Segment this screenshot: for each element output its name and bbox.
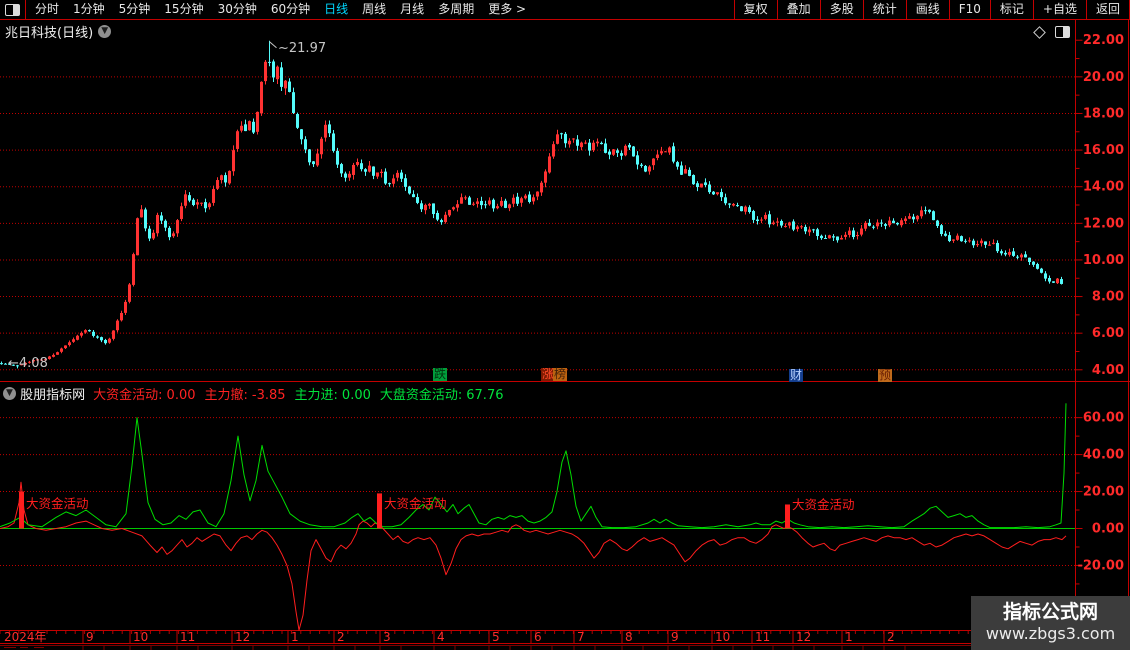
indicator-axis-label: -20.00 <box>1077 558 1124 573</box>
indicator-chevron-down-icon[interactable]: ▼ <box>3 387 16 400</box>
price-axis-label: 18.00 <box>1083 106 1124 121</box>
period-item-日线[interactable]: 日线 <box>317 0 355 19</box>
indicator-axis-label: 0.00 <box>1092 522 1124 537</box>
indicator-axis-label: 20.00 <box>1083 485 1124 500</box>
chevron-down-icon[interactable]: ▼ <box>98 25 112 38</box>
price-axis-label: 20.00 <box>1083 70 1124 85</box>
indicator-stat-0: 大资金活动: 0.00 <box>93 388 196 403</box>
price-axis-label: 14.00 <box>1083 180 1124 195</box>
ad-chip[interactable]: 榜 <box>553 368 568 381</box>
period-item-1分钟[interactable]: 1分钟 <box>66 0 112 19</box>
period-item-月线[interactable]: 月线 <box>393 0 431 19</box>
indicator-green-line <box>0 403 1067 529</box>
month-label: 7 <box>577 630 585 644</box>
signal-bar <box>377 493 382 529</box>
action-item-复权[interactable]: 复权 <box>733 0 777 19</box>
indicator-stat-1: 主力撤: -3.85 <box>204 388 286 403</box>
high-annotation: ~21.97 <box>278 41 326 56</box>
window-panel-icon[interactable] <box>5 3 20 16</box>
action-item-返回[interactable]: 返回 <box>1085 0 1129 19</box>
price-axis-label: 10.00 <box>1083 253 1124 268</box>
price-annotations: ~21.97 ←4.08 <box>8 41 326 371</box>
ad-chip[interactable]: 跌 <box>433 368 448 381</box>
watermark-title: 指标公式网 <box>1002 601 1098 623</box>
action-item-叠加[interactable]: 叠加 <box>776 0 820 19</box>
chart-title: 兆日科技(日线) <box>5 26 94 41</box>
month-label: 2024年 <box>4 630 47 644</box>
period-item-多周期[interactable]: 多周期 <box>431 0 481 19</box>
price-axis-label: 16.00 <box>1083 143 1124 158</box>
chart-corner-icons <box>1033 25 1070 39</box>
top-toolbar: 分时 1分钟 5分钟 15分钟 30分钟 60分钟 日线 周线 月线 多周期 更多 > 复权 叠加 多股… <box>0 0 1130 20</box>
split-panel-icon[interactable] <box>1055 26 1070 38</box>
signal-bar <box>785 504 790 529</box>
period-item-更多 >[interactable]: 更多 > <box>481 0 533 19</box>
signal-label: 大资金活动 <box>792 497 855 512</box>
price-axis: 22.00 20.00 18.00 16.00 14.00 12.00 10.00 8.00 6… <box>1075 33 1124 378</box>
month-label: 2 <box>887 630 895 644</box>
indicator-gridlines <box>0 417 1075 566</box>
low-annotation: ←4.08 <box>8 356 48 371</box>
frame-lines <box>0 20 1130 650</box>
action-item-统计[interactable]: 统计 <box>862 0 906 19</box>
chart-titlebar: 兆日科技(日线) ▼ <box>5 22 112 41</box>
period-item-30分钟[interactable]: 30分钟 <box>211 0 264 19</box>
month-label: 1 <box>845 630 853 644</box>
month-label: 5 <box>492 630 500 644</box>
period-item-分时[interactable]: 分时 <box>28 0 66 19</box>
month-label: 9 <box>86 630 94 644</box>
ad-chip[interactable]: 预 <box>878 369 893 382</box>
month-label: 2 <box>337 630 345 644</box>
diamond-icon[interactable] <box>1033 25 1046 39</box>
indicator-stat-3: 大盘资金活动: 67.76 <box>379 388 504 403</box>
month-label: 10 <box>133 630 148 644</box>
period-item-周线[interactable]: 周线 <box>355 0 393 19</box>
period-menu: 分时 1分钟 5分钟 15分钟 30分钟 60分钟 日线 周线 月线 多周期 更多 > <box>28 0 533 19</box>
month-label: 6 <box>534 630 542 644</box>
period-item-60分钟[interactable]: 60分钟 <box>264 0 317 19</box>
price-axis-label: 8.00 <box>1092 290 1124 305</box>
period-item-15分钟[interactable]: 15分钟 <box>157 0 210 19</box>
watermark-url: www.zbgs3.com <box>985 624 1116 643</box>
signal-label: 大资金活动 <box>26 496 89 511</box>
toolbar-divider <box>25 0 26 19</box>
action-item-F10[interactable]: F10 <box>948 0 990 19</box>
action-item-多股[interactable]: 多股 <box>819 0 863 19</box>
month-label: 4 <box>437 630 445 644</box>
site-watermark: 指标公式网 www.zbgs3.com <box>971 596 1130 650</box>
indicator-stat-2: 主力进: 0.00 <box>294 388 371 403</box>
price-axis-label: 6.00 <box>1092 326 1124 341</box>
chart-canvas: 22.0020.0018.0016.0014.0012.0010.008.006… <box>0 20 1130 650</box>
month-label: 8 <box>625 630 633 644</box>
action-item-标记[interactable]: 标记 <box>989 0 1033 19</box>
month-label: 12 <box>796 630 811 644</box>
month-label: 11 <box>755 630 770 644</box>
signal-bar <box>19 491 24 529</box>
action-item-画线[interactable]: 画线 <box>905 0 949 19</box>
indicator-axis-label: 60.00 <box>1083 411 1124 426</box>
app-window: 22.00 20.00 18.00 16.00 14.00 12.00 10.00 8.00 6… <box>0 0 1130 650</box>
ad-chip[interactable]: 财 <box>789 369 804 382</box>
indicator-axis: 60.00 40.00 20.00 0.00 -20.00 <box>1075 411 1124 622</box>
month-label: 12 <box>235 630 250 644</box>
action-menu: 复权 叠加 多股 统计 画线 F10 标记 +自选 返回 <box>733 0 1130 19</box>
price-axis-label: 22.00 <box>1083 33 1124 48</box>
action-item-+自选[interactable]: +自选 <box>1032 0 1086 19</box>
signal-label: 大资金活动 <box>384 496 447 511</box>
price-axis-label: 12.00 <box>1083 216 1124 231</box>
indicator-source-label: 股朋指标网 <box>20 388 86 403</box>
candles <box>0 40 1063 369</box>
time-axis: 2024年 9 10 11 12 1 2 3 4 5 6 7 8 9 10 11 12 1 2 <box>0 630 1129 650</box>
month-label: 1 <box>291 630 299 644</box>
period-item-5分钟[interactable]: 5分钟 <box>112 0 158 19</box>
month-label: 10 <box>715 630 730 644</box>
month-label: 11 <box>180 630 195 644</box>
indicator-axis-label: 40.00 <box>1083 448 1124 463</box>
signal-markers: 大资金活动 大资金活动 大资金活动 <box>19 491 855 529</box>
indicator-red-line <box>0 481 1067 631</box>
month-label: 9 <box>671 630 679 644</box>
indicator-header: ▼ 股朋指标网 大资金活动: 0.00 主力撤: -3.85 主力进: 0.00 大盘… <box>3 384 512 403</box>
price-axis-label: 4.00 <box>1092 363 1124 378</box>
month-label: 3 <box>383 630 391 644</box>
